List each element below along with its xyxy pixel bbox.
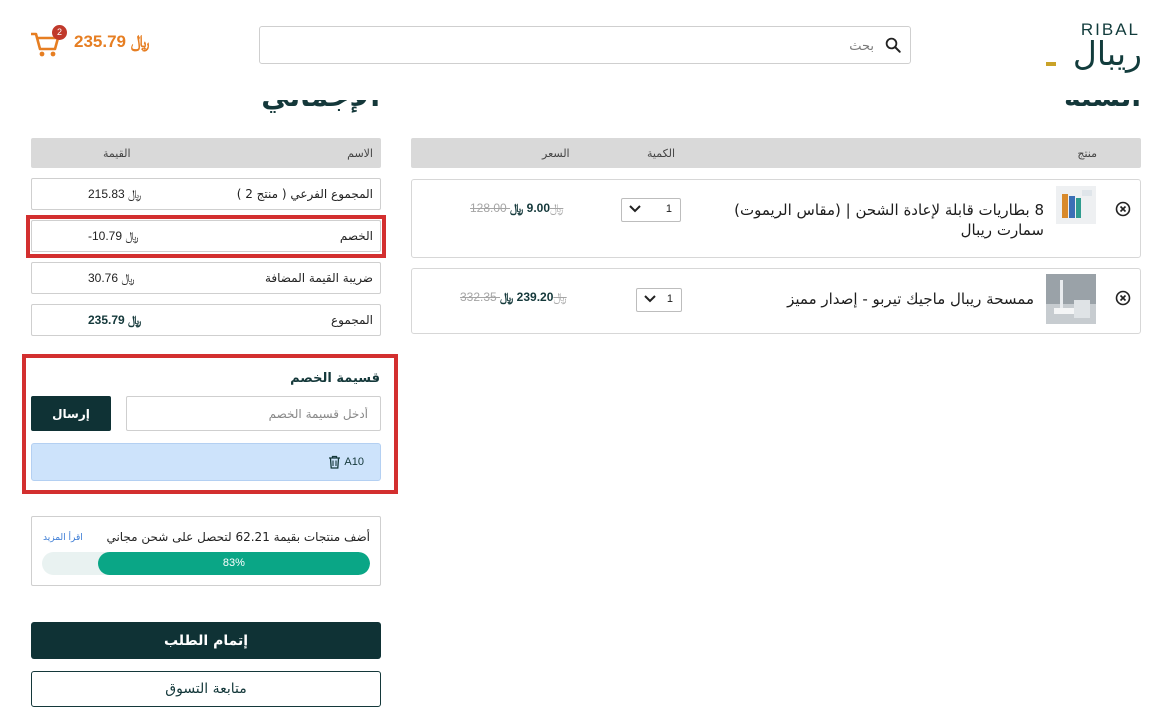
vat-row: ضريبة القيمة المضافة 30.76 ﷼ [31,262,381,294]
remove-item-icon[interactable] [1115,290,1131,306]
coupon-submit-button[interactable]: إرسال [31,396,111,431]
free-shipping-message: أضف منتجات بقيمة 62.21 لتحصل على شحن مجا… [106,530,370,544]
summary-value: 30.76 ﷼ [88,271,135,285]
summary-value: 215.83 ﷼ [88,187,142,201]
column-quantity: الكمية [647,147,676,160]
column-product: منتج [1077,147,1097,160]
mop-image-icon [1046,274,1096,324]
summary-heading: الإجمالي [180,100,380,114]
applied-coupon-code: A10 [344,456,364,468]
checkout-button[interactable]: إتمام الطلب [31,622,381,659]
batteries-image-icon [1056,186,1096,224]
shipping-progress-label: 83% [222,557,245,569]
coupon-title: قسيمة الخصم [290,371,380,386]
remove-item-icon[interactable] [1115,201,1131,217]
summary-value: 235.79 ﷼ [88,313,142,327]
cart-heading-text: السلة [941,100,1141,114]
summary-label: المجموع الفرعي ( منتج 2 ) [236,187,373,201]
chevron-down-icon [629,205,641,213]
logo-arabic-text: ريبال [1072,34,1142,73]
quantity-value: 1 [666,293,673,305]
applied-coupon: A10 [31,443,381,481]
product-name[interactable]: ممسحة ريبال ماجيك تيربو - إصدار مميز [787,289,1034,309]
product-image[interactable] [1046,274,1096,324]
quantity-value: 1 [665,203,672,215]
discount-highlight-box [26,215,386,258]
cart-total-amount: 235.79 ﷼ [74,32,150,51]
quantity-select[interactable]: 1 [636,288,682,312]
search-icon[interactable] [884,36,902,54]
column-name: الاسم [347,147,373,160]
cart-item-row: 8 بطاريات قابلة لإعادة الشحن | (مقاس الر… [411,179,1141,258]
trash-icon[interactable] [328,455,341,469]
logo-accent-mark [1046,62,1056,66]
column-value: القيمة [103,147,131,160]
free-shipping-box: أضف منتجات بقيمة 62.21 لتحصل على شحن مجا… [31,516,381,586]
cart-count-badge: 2 [52,25,67,40]
quantity-select[interactable]: 1 [621,198,681,222]
summary-table-header: الاسم القيمة [31,138,381,168]
current-price: 239.20 ﷼ [500,290,554,304]
summary-label: ضريبة القيمة المضافة [264,271,373,285]
shipping-progress-bar: 83% [42,552,370,575]
cart-table-header: منتج الكمية السعر [411,138,1141,168]
coupon-input[interactable] [126,396,381,431]
shipping-progress-fill: 83% [97,552,370,575]
brand-logo[interactable]: RIBAL ريبال [1038,20,1142,73]
current-price: 9.00 ﷼ [510,201,551,215]
chevron-down-icon [644,295,656,303]
summary-heading-text: الإجمالي [180,100,380,114]
read-more-link[interactable]: اقرأ المزيد [43,533,83,543]
cart-item-row: ممسحة ريبال ماجيك تيربو - إصدار مميز 1 3… [411,268,1141,334]
cart-heading: السلة [941,100,1141,114]
summary-label: المجموع [331,313,373,327]
column-price: السعر [542,147,570,160]
continue-shopping-button[interactable]: متابعة التسوق [31,671,381,707]
item-price: 332.35 ﷼239.20 ﷼ [460,290,573,305]
item-price: 128.00 ﷼9.00 ﷼ [470,201,569,216]
search-bar [259,26,911,65]
search-input[interactable] [282,27,876,65]
product-image[interactable] [1056,186,1096,224]
subtotal-row: المجموع الفرعي ( منتج 2 ) 215.83 ﷼ [31,178,381,210]
total-row: المجموع 235.79 ﷼ [31,304,381,336]
product-name[interactable]: 8 بطاريات قابلة لإعادة الشحن | (مقاس الر… [684,200,1044,240]
